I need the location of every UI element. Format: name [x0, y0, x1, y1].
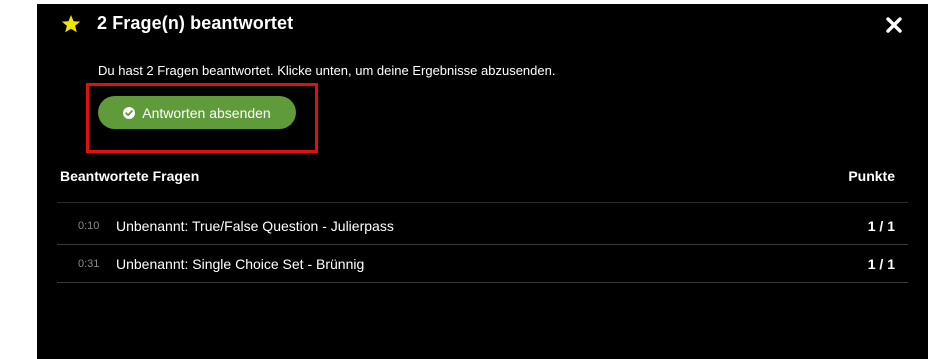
check-circle-icon	[123, 106, 136, 119]
answer-time: 0:10	[78, 219, 100, 232]
answer-score: 1 / 1	[867, 255, 895, 272]
answered-message: Du hast 2 Fragen beantwortet. Klicke unt…	[98, 63, 556, 78]
answer-score: 1 / 1	[867, 217, 895, 234]
answer-row: 0:10 Unbenannt: True/False Question - Ju…	[57, 207, 908, 245]
dialog-title: 2 Frage(n) beantwortet	[97, 13, 294, 33]
answer-time: 0:31	[78, 257, 100, 270]
dialog-header: 2 Frage(n) beantwortet	[61, 13, 293, 34]
submit-answers-button[interactable]: Antworten absenden	[98, 96, 296, 129]
answered-questions-heading: Beantwortete Fragen	[60, 168, 200, 184]
close-icon[interactable]	[886, 17, 902, 33]
answered-questions-dialog: 2 Frage(n) beantwortet Du hast 2 Fragen …	[37, 4, 928, 359]
star-icon	[61, 14, 81, 32]
answers-header: Beantwortete Fragen Punkte	[60, 168, 895, 184]
answer-row: 0:31 Unbenannt: Single Choice Set - Brün…	[57, 245, 908, 283]
answer-title: Unbenannt: True/False Question - Julierp…	[116, 217, 394, 234]
answer-title: Unbenannt: Single Choice Set - Brünnig	[116, 255, 365, 272]
submit-answers-label: Antworten absenden	[142, 104, 271, 121]
points-heading: Punkte	[848, 168, 895, 184]
divider	[57, 202, 908, 203]
